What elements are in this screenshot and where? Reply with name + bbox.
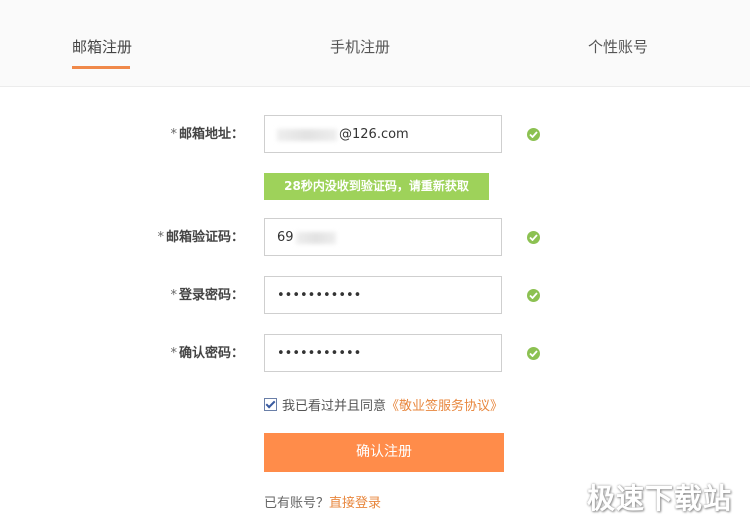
required-star: * bbox=[157, 230, 164, 245]
service-agreement-link[interactable]: 《敬业签服务协议》 bbox=[386, 399, 503, 414]
required-star: * bbox=[170, 127, 177, 142]
email-input[interactable]: @126.com bbox=[264, 115, 502, 153]
agreement-text: 我已看过并且同意 bbox=[282, 399, 387, 414]
code-label-text: 邮箱验证码： bbox=[165, 230, 244, 245]
valid-check-icon bbox=[527, 231, 540, 244]
password-label: * 登录密码： bbox=[170, 286, 244, 306]
confirm-password-row: * 确认密码： ••••••••••• bbox=[0, 334, 750, 374]
agree-checkbox[interactable] bbox=[264, 398, 277, 411]
confirm-password-label-text: 确认密码： bbox=[178, 346, 244, 361]
redacted-code-suffix bbox=[295, 231, 336, 244]
watermark-logo: 极速下载站 bbox=[586, 482, 732, 515]
confirm-register-button[interactable]: 确认注册 bbox=[264, 433, 504, 472]
email-row: * 邮箱地址： @126.com bbox=[0, 115, 750, 155]
valid-check-icon bbox=[527, 128, 540, 141]
code-value: 69 bbox=[277, 230, 294, 245]
direct-login-link[interactable]: 直接登录 bbox=[329, 496, 381, 511]
tab-bar: 邮箱注册 手机注册 个性账号 bbox=[0, 0, 750, 87]
valid-check-icon bbox=[527, 289, 540, 302]
confirm-password-input[interactable]: ••••••••••• bbox=[264, 334, 502, 372]
tab-email-register[interactable]: 邮箱注册 bbox=[72, 36, 132, 58]
code-label: * 邮箱验证码： bbox=[157, 228, 244, 248]
valid-check-icon bbox=[527, 347, 540, 360]
tab-phone-register[interactable]: 手机注册 bbox=[330, 36, 390, 58]
tab-custom-account[interactable]: 个性账号 bbox=[588, 36, 648, 58]
code-input[interactable]: 69 bbox=[264, 218, 502, 256]
confirm-password-label: * 确认密码： bbox=[170, 344, 244, 364]
required-star: * bbox=[170, 346, 177, 361]
code-row: * 邮箱验证码： 69 bbox=[0, 218, 750, 258]
resend-code-notice[interactable]: 28秒内没收到验证码，请重新获取 bbox=[264, 173, 489, 200]
redacted-email-prefix bbox=[277, 128, 337, 141]
email-label: * 邮箱地址： bbox=[170, 125, 244, 145]
agreement: 我已看过并且同意《敬业签服务协议》 bbox=[264, 398, 503, 416]
email-label-text: 邮箱地址： bbox=[178, 127, 244, 142]
active-tab-indicator bbox=[72, 66, 130, 69]
password-row: * 登录密码： ••••••••••• bbox=[0, 276, 750, 316]
email-value: @126.com bbox=[339, 127, 409, 142]
password-input[interactable]: ••••••••••• bbox=[264, 276, 502, 314]
login-prompt-text: 已有账号？ bbox=[264, 496, 330, 511]
required-star: * bbox=[170, 288, 177, 303]
login-prompt: 已有账号？直接登录 bbox=[264, 495, 381, 513]
password-label-text: 登录密码： bbox=[178, 288, 244, 303]
